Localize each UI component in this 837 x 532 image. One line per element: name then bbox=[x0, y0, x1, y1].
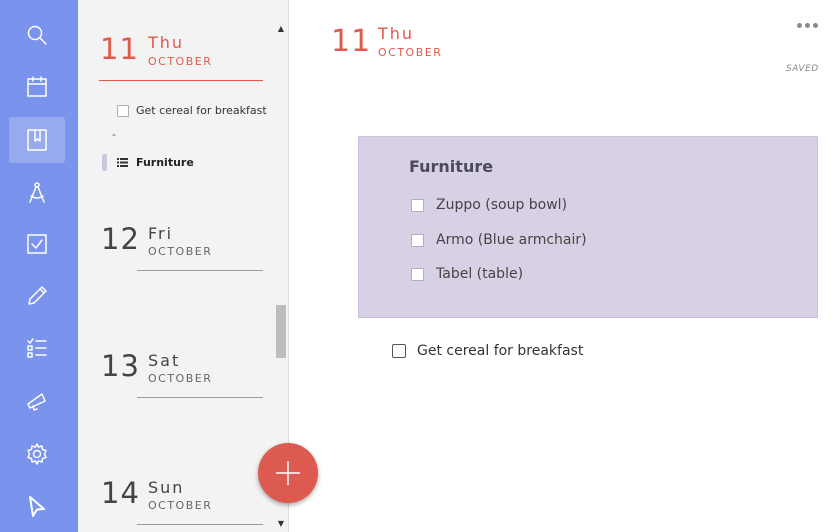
add-button[interactable] bbox=[258, 443, 318, 503]
settings-button[interactable] bbox=[9, 431, 65, 477]
day-divider bbox=[99, 80, 263, 81]
day-month: OCTOBER bbox=[148, 372, 213, 385]
scroll-down-arrow[interactable]: ▼ bbox=[277, 519, 285, 528]
day-month: OCTOBER bbox=[148, 499, 213, 512]
list-icon bbox=[117, 158, 128, 167]
sidebar-list-furniture[interactable]: Furniture bbox=[117, 156, 194, 169]
pencil-icon bbox=[28, 286, 47, 305]
save-status: SAVED bbox=[786, 64, 819, 74]
app-window: 11 Thu OCTOBER Get cereal for breakfast … bbox=[0, 0, 837, 532]
item-label: Zuppo (soup bowl) bbox=[436, 197, 568, 213]
list-item[interactable]: Zuppo (soup bowl) bbox=[411, 197, 567, 213]
task-checkbox[interactable] bbox=[117, 104, 129, 117]
task-checkbox[interactable] bbox=[392, 344, 406, 358]
scroll-up-arrow[interactable]: ▲ bbox=[277, 24, 285, 33]
notebook-button[interactable] bbox=[9, 117, 65, 163]
list-item[interactable]: Armo (Blue armchair) bbox=[411, 232, 587, 248]
day-divider bbox=[137, 270, 263, 271]
day-name: Thu bbox=[148, 33, 185, 52]
day-divider bbox=[137, 397, 263, 398]
day-divider bbox=[137, 524, 263, 525]
list-selection-marker bbox=[102, 154, 107, 171]
search-button[interactable] bbox=[9, 12, 65, 58]
item-checkbox[interactable] bbox=[411, 198, 424, 212]
checklist-button[interactable] bbox=[9, 325, 65, 371]
icon-rail bbox=[0, 0, 78, 532]
bookmark-cursor-button[interactable] bbox=[9, 484, 65, 530]
plus-icon bbox=[276, 461, 300, 485]
more-dots-icon bbox=[797, 22, 802, 28]
checkbox-button[interactable] bbox=[9, 221, 65, 267]
day-number: 11 bbox=[100, 32, 139, 66]
search-icon bbox=[27, 25, 47, 45]
bookmark-cursor-icon bbox=[29, 496, 45, 517]
day-list-panel: 11 Thu OCTOBER Get cereal for breakfast … bbox=[78, 0, 289, 532]
compass-button[interactable] bbox=[9, 170, 65, 216]
more-options-button[interactable] bbox=[797, 18, 819, 32]
list-label: Furniture bbox=[136, 156, 194, 169]
calendar-button[interactable] bbox=[9, 64, 65, 110]
task-label: Get cereal for breakfast bbox=[136, 104, 267, 117]
day-name: Sat bbox=[148, 351, 181, 370]
day-name: Fri bbox=[148, 224, 174, 243]
scrollbar-thumb[interactable] bbox=[276, 305, 286, 358]
main-task[interactable]: Get cereal for breakfast bbox=[392, 343, 583, 359]
day-number: 14 bbox=[101, 476, 140, 510]
calendar-icon bbox=[27, 76, 47, 97]
megaphone-icon bbox=[27, 393, 46, 411]
notebook-icon bbox=[27, 129, 47, 151]
compass-icon bbox=[29, 182, 45, 203]
sidebar-task[interactable]: Get cereal for breakfast bbox=[117, 104, 267, 117]
furniture-list-card[interactable]: Furniture Zuppo (soup bowl) Armo (Blue a… bbox=[358, 136, 818, 318]
item-checkbox[interactable] bbox=[411, 233, 424, 247]
gear-icon bbox=[27, 443, 47, 465]
checklist-icon bbox=[27, 338, 47, 358]
day-month: OCTOBER bbox=[148, 55, 213, 68]
empty-entry-dash: - bbox=[112, 128, 116, 141]
task-label: Get cereal for breakfast bbox=[417, 343, 584, 359]
day-name: Sun bbox=[148, 478, 185, 497]
pencil-button[interactable] bbox=[9, 273, 65, 319]
checkbox-icon bbox=[27, 234, 47, 254]
day-number: 12 bbox=[101, 222, 140, 256]
day-number: 13 bbox=[101, 349, 140, 383]
list-item[interactable]: Tabel (table) bbox=[411, 266, 523, 282]
day-month: OCTOBER bbox=[148, 245, 213, 258]
megaphone-button[interactable] bbox=[9, 378, 65, 424]
item-label: Tabel (table) bbox=[436, 266, 524, 282]
main-day-number: 11 bbox=[331, 24, 372, 59]
main-day-name: Thu bbox=[378, 24, 415, 43]
item-label: Armo (Blue armchair) bbox=[436, 232, 587, 248]
item-checkbox[interactable] bbox=[411, 267, 424, 281]
main-day-month: OCTOBER bbox=[378, 46, 443, 59]
card-title: Furniture bbox=[409, 157, 494, 176]
